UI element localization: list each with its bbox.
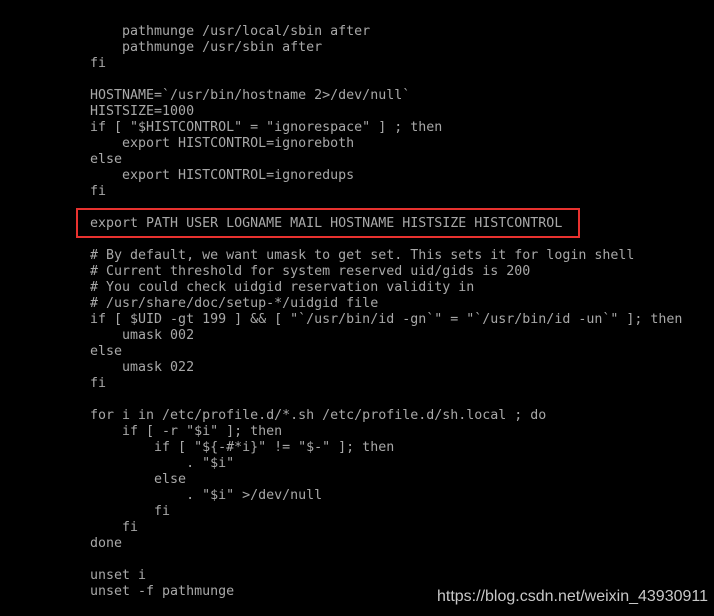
highlight-box [76, 208, 580, 238]
terminal-line: else [90, 472, 187, 487]
terminal-line: fi [90, 376, 107, 391]
terminal-line: . "$i" >/dev/null [90, 488, 323, 503]
terminal-line: else [90, 344, 123, 359]
terminal-line: pathmunge /usr/local/sbin after [90, 24, 371, 39]
terminal-line: umask 002 [90, 328, 195, 343]
terminal-line: if [ "${-#*i}" != "$-" ]; then [90, 440, 395, 455]
terminal-line: for i in /etc/profile.d/*.sh /etc/profil… [90, 408, 547, 423]
terminal-line: fi [90, 56, 107, 71]
watermark: https://blog.csdn.net/weixin_43930911 [436, 588, 708, 605]
terminal-line: fi [90, 504, 171, 519]
terminal-line: HISTSIZE=1000 [90, 104, 195, 119]
terminal-line: export HISTCONTROL=ignoreboth [90, 136, 355, 151]
terminal-line: umask 022 [90, 360, 195, 375]
terminal-line: fi [90, 184, 107, 199]
terminal-line: # By default, we want umask to get set. … [90, 248, 635, 263]
terminal-output: pathmunge /usr/local/sbin after pathmung… [90, 24, 682, 600]
terminal-line: fi [90, 520, 139, 535]
terminal-line: export HISTCONTROL=ignoredups [90, 168, 355, 183]
terminal-line: HOSTNAME=`/usr/bin/hostname 2>/dev/null` [90, 88, 411, 103]
terminal-line: if [ -r "$i" ]; then [90, 424, 283, 439]
terminal-line: # You could check uidgid reservation val… [90, 280, 475, 295]
terminal-line: pathmunge /usr/sbin after [90, 40, 323, 55]
terminal-line: unset i [90, 568, 147, 583]
terminal-line: if [ $UID -gt 199 ] && [ "`/usr/bin/id -… [90, 312, 683, 327]
terminal-line: else [90, 152, 123, 167]
terminal-line: . "$i" [90, 456, 235, 471]
terminal-line: done [90, 536, 123, 551]
terminal-line: # /usr/share/doc/setup-*/uidgid file [90, 296, 379, 311]
terminal-line: if [ "$HISTCONTROL" = "ignorespace" ] ; … [90, 120, 443, 135]
terminal-line: # Current threshold for system reserved … [90, 264, 531, 279]
